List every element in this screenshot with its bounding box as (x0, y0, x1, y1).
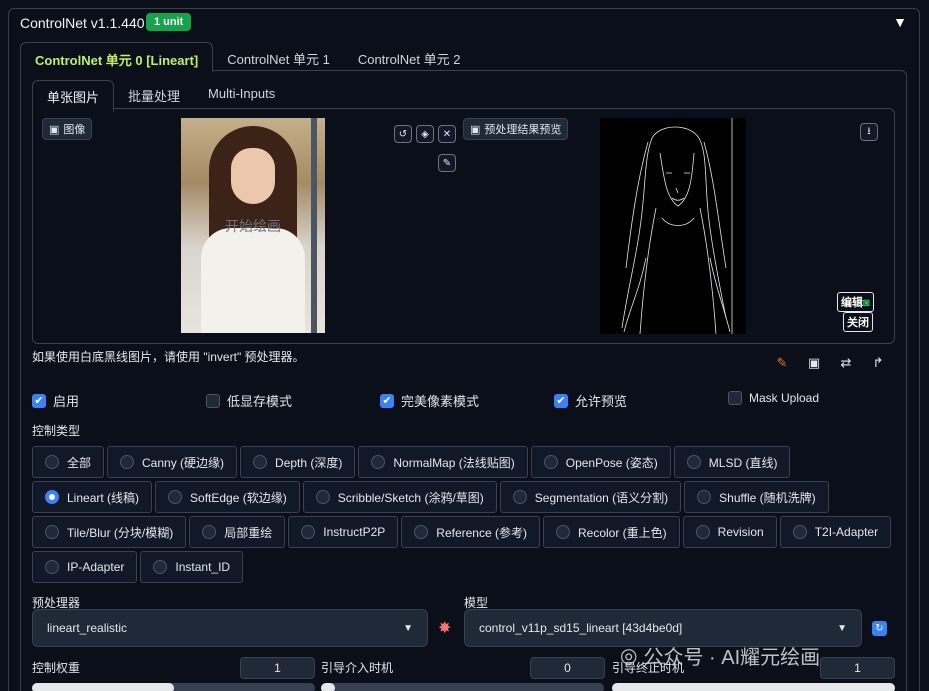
new-canvas-icon[interactable]: ✎ (774, 355, 790, 371)
edit-button[interactable]: 编辑◙ (837, 292, 874, 312)
control-type-option[interactable]: 全部 (32, 446, 105, 478)
control-type-option[interactable]: Segmentation (语义分割) (499, 481, 682, 513)
weight-label: 控制权重 (32, 661, 81, 675)
close-button[interactable]: 关闭 (843, 312, 873, 332)
control-type-option[interactable]: IP-Adapter (32, 551, 138, 583)
checkbox-unchecked-icon (206, 393, 220, 408)
enable-checkbox[interactable]: ✔ 启用 (32, 391, 79, 410)
start-slider[interactable] (321, 683, 604, 691)
tab-single-image[interactable]: 单张图片 (32, 80, 115, 112)
start-label: 引导介入时机 (321, 661, 394, 675)
canvas-overlay-text: 开始绘画 (225, 218, 281, 234)
control-type-option-selected[interactable]: Lineart (线稿) (32, 481, 153, 513)
end-slider-fill (612, 683, 895, 691)
eraser-icon[interactable]: ◈ (416, 125, 434, 143)
control-type-option[interactable]: Shuffle (随机洗牌) (684, 481, 829, 513)
control-type-radio-group: 全部 Canny (硬边缘) Depth (深度) NormalMap (法线贴… (32, 446, 892, 583)
mask-upload-checkbox[interactable]: Mask Upload (728, 391, 819, 405)
close-icon[interactable]: ✕ (438, 125, 456, 143)
triangle-down-icon[interactable]: ▼ (893, 14, 907, 30)
end-slider[interactable] (612, 683, 895, 691)
checkbox-checked-icon: ✔ (554, 393, 568, 408)
swap-icon[interactable]: ⇄ (838, 355, 854, 371)
tab-unit-1[interactable]: ControlNet 单元 1 (213, 42, 344, 72)
control-type-option[interactable]: Reference (参考) (401, 516, 540, 548)
refresh-icon[interactable]: ↻ (872, 621, 887, 636)
low-vram-checkbox[interactable]: 低显存模式 (206, 391, 292, 410)
weight-input[interactable]: 1 (240, 657, 315, 679)
unit-count-badge: 1 unit (146, 13, 192, 31)
checkbox-unchecked-icon (728, 391, 742, 405)
wechat-icon: ◎ (620, 645, 638, 667)
control-type-option[interactable]: Instant_ID (140, 551, 244, 583)
preview-label: ▣ 预处理结果预览 (463, 118, 569, 140)
chevron-down-icon: ▼ (403, 622, 413, 634)
control-type-option[interactable]: Canny (硬边缘) (107, 446, 238, 478)
weight-slider-fill (32, 683, 174, 691)
tab-unit-0[interactable]: ControlNet 单元 0 [Lineart] (20, 42, 214, 72)
input-mode-tabs: 单张图片 批量处理 Multi-Inputs (32, 80, 289, 112)
control-type-option[interactable]: OpenPose (姿态) (530, 446, 671, 478)
panel-title: ControlNet v1.1.440 (20, 15, 145, 31)
control-type-option[interactable]: MLSD (直线) (673, 446, 791, 478)
tab-multi-inputs[interactable]: Multi-Inputs (194, 80, 289, 112)
unit-tabs: ControlNet 单元 0 [Lineart] ControlNet 单元 … (20, 42, 474, 72)
image-area (32, 108, 895, 344)
control-type-option[interactable]: Depth (深度) (240, 446, 356, 478)
tab-batch[interactable]: 批量处理 (114, 80, 194, 112)
weight-slider[interactable] (32, 683, 315, 691)
control-type-option[interactable]: NormalMap (法线贴图) (358, 446, 528, 478)
watermark: ◎ 公众号 · AI耀元绘画 (620, 645, 821, 669)
edit-icon: ◙ (863, 297, 870, 309)
checkbox-checked-icon: ✔ (380, 393, 394, 408)
invert-hint: 如果使用白底黑线图片，请使用 "invert" 预处理器。 (32, 350, 305, 364)
control-type-label: 控制类型 (32, 424, 81, 438)
control-type-option[interactable]: 局部重绘 (189, 516, 286, 548)
undo-icon[interactable]: ↺ (394, 125, 412, 143)
image-icon: ▣ (49, 123, 60, 136)
preprocessor-dropdown[interactable]: lineart_realistic ▼ (32, 609, 428, 647)
preprocessor-preview-image (600, 118, 746, 334)
tab-unit-2[interactable]: ControlNet 单元 2 (344, 42, 475, 72)
image-icon: ▣ (470, 123, 481, 136)
start-slider-fill (321, 683, 336, 691)
control-type-option[interactable]: T2I-Adapter (779, 516, 892, 548)
download-icon[interactable]: ⭳ (860, 123, 878, 141)
image-label: ▣ 图像 (42, 118, 93, 140)
chevron-down-icon: ▼ (837, 622, 847, 634)
webcam-icon[interactable]: ▣ (806, 355, 822, 371)
brush-icon[interactable]: ✎ (438, 154, 456, 172)
control-type-option[interactable]: Revision (682, 516, 777, 548)
end-input[interactable]: 1 (820, 657, 895, 679)
start-input[interactable]: 0 (530, 657, 605, 679)
control-type-option[interactable]: InstructP2P (288, 516, 399, 548)
run-preprocessor-icon[interactable]: ✸ (438, 618, 451, 638)
control-type-option[interactable]: Scribble/Sketch (涂鸦/草图) (302, 481, 497, 513)
checkbox-checked-icon: ✔ (32, 393, 46, 408)
allow-preview-checkbox[interactable]: ✔ 允许预览 (554, 391, 627, 410)
control-type-option[interactable]: Recolor (重上色) (542, 516, 680, 548)
image-tools: ✎ ▣ ⇄ ↱ (774, 355, 886, 371)
pixel-perfect-checkbox[interactable]: ✔ 完美像素模式 (380, 391, 479, 410)
control-type-option[interactable]: Tile/Blur (分块/模糊) (32, 516, 187, 548)
send-dimensions-icon[interactable]: ↱ (870, 355, 886, 371)
lineart-drawing (621, 118, 733, 334)
control-type-option[interactable]: SoftEdge (软边缘) (155, 481, 300, 513)
